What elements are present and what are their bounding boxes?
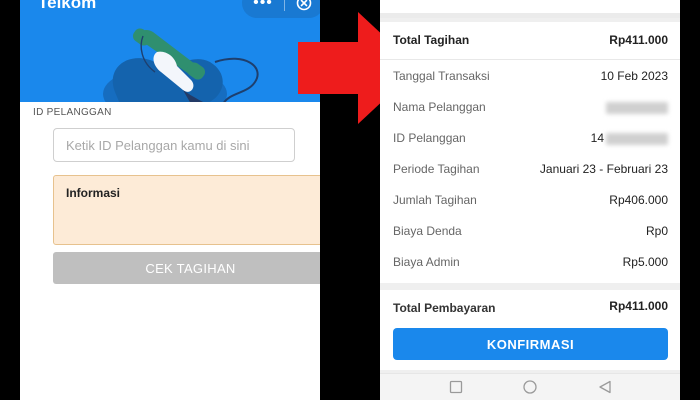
detail-row-bill-amount: Jumlah Tagihan Rp406.000 — [380, 184, 680, 215]
detail-label: Tanggal Transaksi — [393, 69, 490, 83]
detail-row-customer-name: Nama Pelanggan — [380, 91, 680, 122]
detail-row-late-fee: Biaya Denda Rp0 — [380, 215, 680, 246]
square-icon[interactable] — [449, 380, 463, 394]
close-button[interactable] — [285, 0, 320, 11]
detail-label: Nama Pelanggan — [393, 100, 486, 114]
android-nav-bar — [380, 373, 680, 400]
customer-id-prefix: 14 — [590, 131, 604, 145]
top-strip — [380, 0, 680, 18]
redacted-value — [606, 100, 668, 114]
detail-label: Biaya Denda — [393, 224, 462, 238]
right-phone-screen: Total Tagihan Rp411.000 Tanggal Transaks… — [380, 0, 680, 400]
detail-value: Rp5.000 — [622, 255, 668, 269]
detail-row-customer-id: ID Pelanggan 14 — [380, 122, 680, 153]
detail-value: Rp0 — [645, 224, 668, 238]
total-payment-value: Rp411.000 — [609, 299, 668, 313]
customer-id-label: ID PELANGGAN — [33, 107, 112, 118]
detail-value: 10 Feb 2023 — [600, 69, 668, 83]
header-banner: Telkom ••• — [20, 0, 320, 102]
app-title: Telkom — [38, 0, 97, 12]
confirm-button[interactable]: KONFIRMASI — [393, 328, 668, 360]
more-menu-button[interactable]: ••• — [242, 0, 284, 16]
total-payment-label: Total Pembayaran — [393, 301, 496, 315]
check-bill-button[interactable]: CEK TAGIHAN — [53, 252, 320, 284]
triangle-back-icon[interactable] — [598, 380, 612, 394]
total-bill-label: Total Tagihan — [393, 33, 470, 47]
left-phone-screen: Telkom ••• ID PELANGGAN Informa — [20, 0, 320, 400]
customer-id-input[interactable] — [53, 128, 295, 162]
detail-label: ID Pelanggan — [393, 131, 466, 145]
telephone-illustration — [103, 28, 259, 102]
total-bill-row: Total Tagihan Rp411.000 — [380, 22, 680, 60]
detail-label: Jumlah Tagihan — [393, 193, 477, 207]
bill-details-card: Total Tagihan Rp411.000 Tanggal Transaks… — [380, 22, 680, 283]
detail-value: Januari 23 - Februari 23 — [539, 162, 668, 176]
detail-value-partial: 14 — [591, 131, 668, 145]
information-box: Informasi — [53, 175, 320, 245]
close-icon — [296, 0, 312, 11]
information-title: Informasi — [66, 186, 121, 200]
detail-label: Periode Tagihan — [393, 162, 480, 176]
detail-row-transaction-date: Tanggal Transaksi 10 Feb 2023 — [380, 60, 680, 91]
detail-row-bill-period: Periode Tagihan Januari 23 - Februari 23 — [380, 153, 680, 184]
total-bill-value: Rp411.000 — [609, 33, 668, 47]
circle-icon[interactable] — [522, 380, 538, 396]
payment-card: Total Pembayaran Rp411.000 KONFIRMASI — [380, 290, 680, 370]
detail-row-admin-fee: Biaya Admin Rp5.000 — [380, 246, 680, 277]
detail-label: Biaya Admin — [393, 255, 460, 269]
detail-value: Rp406.000 — [609, 193, 668, 207]
